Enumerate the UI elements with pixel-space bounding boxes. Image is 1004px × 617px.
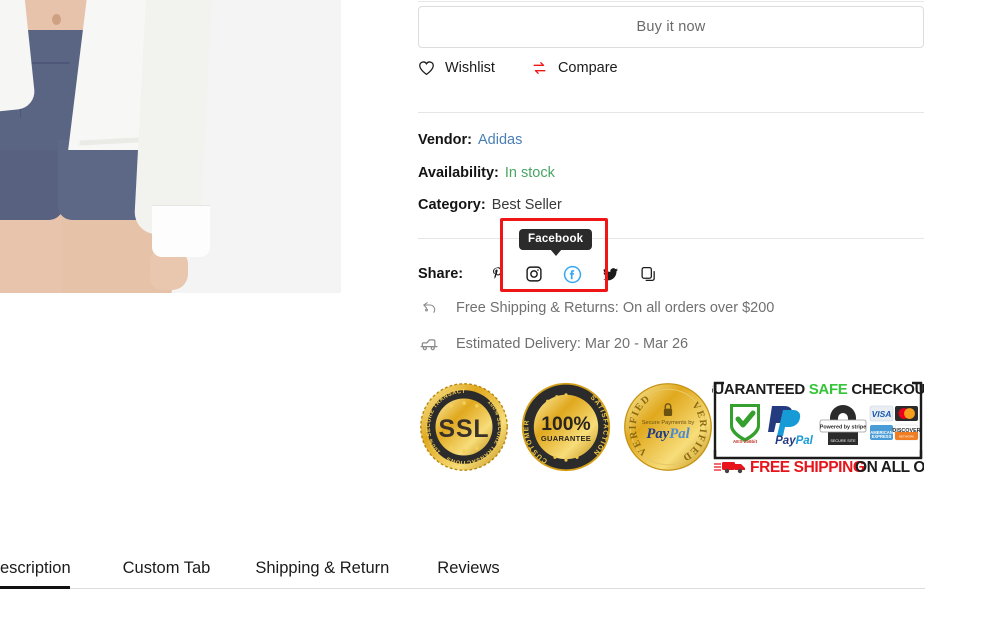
tab-custom[interactable]: Custom Tab — [123, 559, 211, 590]
svg-text:FREE SHIPPING: FREE SHIPPING — [750, 459, 865, 476]
svg-text:GUARANTEE: GUARANTEE — [541, 434, 591, 443]
svg-text:PayPal: PayPal — [775, 435, 814, 447]
svg-text:100%: 100% — [541, 414, 590, 435]
svg-text:PayPal: PayPal — [646, 426, 690, 442]
product-page: Buy it now Wishlist Compare Vendor: Adid… — [0, 0, 1004, 617]
delivery-car-icon — [418, 337, 440, 352]
availability-label: Availability: — [418, 165, 499, 181]
tab-shipping-return[interactable]: Shipping & Return — [255, 559, 389, 590]
facebook-tooltip: Facebook — [519, 229, 593, 250]
product-actions: Wishlist Compare — [418, 60, 618, 76]
tabstrip: escription Custom Tab Shipping & Return … — [0, 548, 1004, 590]
compare-label: Compare — [557, 60, 618, 76]
return-arrow-icon — [418, 300, 440, 316]
svg-text:SECURE SITE: SECURE SITE — [830, 439, 856, 443]
estimated-delivery-text: Estimated Delivery: Mar 20 - Mar 26 — [456, 336, 689, 352]
category-value[interactable]: Best Seller — [492, 197, 562, 213]
guarantee-seal: 100% GUARANTEE CUSTOMER SATISFACTION — [520, 377, 612, 477]
heart-icon — [418, 60, 435, 76]
share-label: Share: — [418, 266, 464, 282]
compare-arrows-icon — [531, 60, 548, 76]
svg-text:VISA: VISA — [872, 409, 892, 419]
divider-above-meta — [418, 112, 924, 113]
share-row: Share: — [418, 263, 659, 285]
product-tabs: escription Custom Tab Shipping & Return … — [0, 548, 1004, 590]
trust-seals: SSL 100% SECURE TRANSACTIONS 100% SECURE… — [418, 377, 714, 477]
tab-reviews[interactable]: Reviews — [437, 559, 499, 590]
ssl-seal: SSL 100% SECURE TRANSACTIONS 100% SECURE… — [418, 377, 510, 477]
vendor-value[interactable]: Adidas — [478, 132, 522, 148]
svg-text:SSL: SSL — [438, 416, 489, 443]
twitter-icon[interactable] — [599, 263, 621, 285]
svg-text:EXPRESS: EXPRESS — [872, 434, 892, 439]
buy-it-now-button[interactable]: Buy it now — [418, 6, 924, 48]
vendor-label: Vendor: — [418, 132, 472, 148]
top-divider — [418, 1, 924, 2]
svg-text:GUARANTEED SAFE CHECKOUT: GUARANTEED SAFE CHECKOUT — [712, 381, 924, 398]
meta-vendor: Vendor: Adidas — [418, 132, 522, 148]
svg-text:DISCOVER: DISCOVER — [892, 428, 920, 434]
compare-button[interactable]: Compare — [531, 60, 618, 76]
availability-value: In stock — [504, 165, 555, 181]
wishlist-button[interactable]: Wishlist — [418, 60, 495, 76]
tabs-divider — [0, 588, 925, 589]
category-label: Category: — [418, 197, 486, 213]
instagram-icon[interactable] — [523, 263, 545, 285]
share-icons — [485, 263, 659, 285]
product-image[interactable] — [0, 0, 341, 293]
active-tab-underline — [0, 586, 70, 589]
svg-text:NETWORK: NETWORK — [899, 435, 914, 439]
facebook-icon[interactable] — [561, 263, 583, 285]
wishlist-label: Wishlist — [445, 60, 495, 76]
divider-above-share — [418, 238, 924, 239]
svg-text:ON ALL ORDERS: ON ALL ORDERS — [855, 459, 924, 476]
meta-availability: Availability: In stock — [418, 165, 555, 181]
product-photo-model — [0, 0, 341, 293]
free-shipping-text: Free Shipping & Returns: On all orders o… — [456, 300, 775, 316]
svg-text:Powered by stripe: Powered by stripe — [820, 425, 866, 431]
estimated-delivery-row: Estimated Delivery: Mar 20 - Mar 26 — [418, 336, 688, 352]
copy-link-icon[interactable] — [637, 263, 659, 285]
svg-text:AES-256bit: AES-256bit — [733, 439, 758, 444]
paypal-verified-seal: VERIFIED VERIFIED Secure Payments by Pay… — [622, 377, 714, 477]
free-shipping-row: Free Shipping & Returns: On all orders o… — [418, 300, 774, 316]
meta-category: Category: Best Seller — [418, 197, 562, 213]
pinterest-icon[interactable] — [485, 263, 507, 285]
guaranteed-safe-checkout-badge: GUARANTEED SAFE CHECKOUT AES-256bit PayP… — [712, 380, 924, 476]
